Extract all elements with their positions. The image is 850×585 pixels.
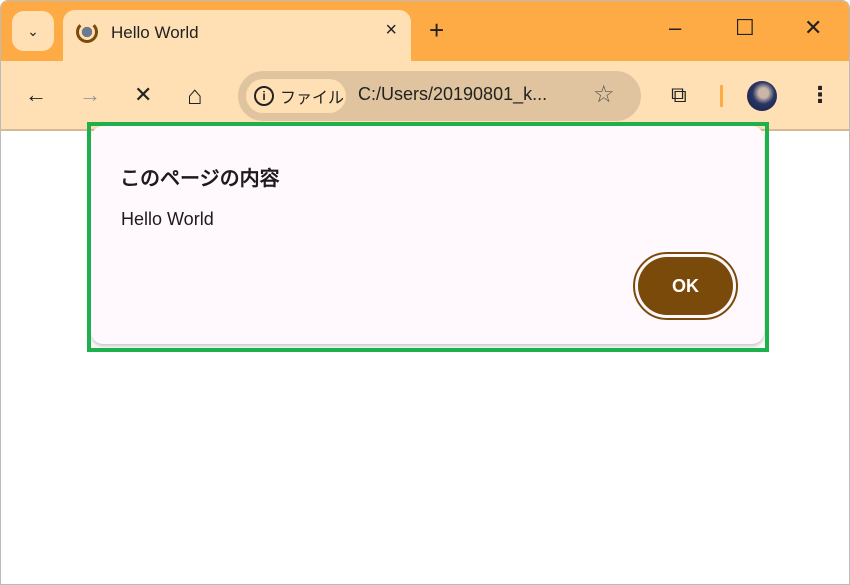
info-icon: i xyxy=(254,86,274,106)
profile-avatar[interactable] xyxy=(747,81,777,111)
chip-label: ファイル xyxy=(280,84,344,108)
minimize-button[interactable]: – xyxy=(669,15,681,41)
tab-hello-world[interactable]: Hello World × xyxy=(63,10,411,62)
tab-close-icon[interactable]: × xyxy=(385,19,397,42)
toolbar: ← → ✕ ⌂ i ファイル C:/Users/20190801_k... ☆ … xyxy=(1,61,850,131)
highlight-box xyxy=(87,122,769,352)
url-text[interactable]: C:/Users/20190801_k... xyxy=(358,84,547,105)
title-bar: ⌄ Hello World × + – ☐ ✕ xyxy=(1,1,850,61)
forward-button[interactable]: → xyxy=(79,81,101,109)
browser-window: ⌄ Hello World × + – ☐ ✕ ← → ✕ ⌂ i ファイル C… xyxy=(0,0,850,585)
tab-title: Hello World xyxy=(111,23,199,43)
maximize-button[interactable]: ☐ xyxy=(735,15,755,41)
address-bar[interactable]: i ファイル C:/Users/20190801_k... ☆ xyxy=(238,71,641,121)
tab-search-button[interactable]: ⌄ xyxy=(12,11,54,51)
site-info-chip[interactable]: i ファイル xyxy=(246,79,346,113)
close-window-button[interactable]: ✕ xyxy=(804,15,822,41)
toolbar-divider xyxy=(720,85,723,107)
new-tab-button[interactable]: + xyxy=(429,15,444,46)
menu-dots-icon[interactable]: ⋮ xyxy=(809,81,831,109)
stop-button[interactable]: ✕ xyxy=(134,81,152,109)
extensions-puzzle-icon[interactable]: ⧉ xyxy=(671,81,687,109)
bookmark-star-icon[interactable]: ☆ xyxy=(593,80,615,109)
back-button[interactable]: ← xyxy=(25,81,47,109)
home-button[interactable]: ⌂ xyxy=(187,81,203,109)
favicon-globe-icon xyxy=(76,21,98,43)
